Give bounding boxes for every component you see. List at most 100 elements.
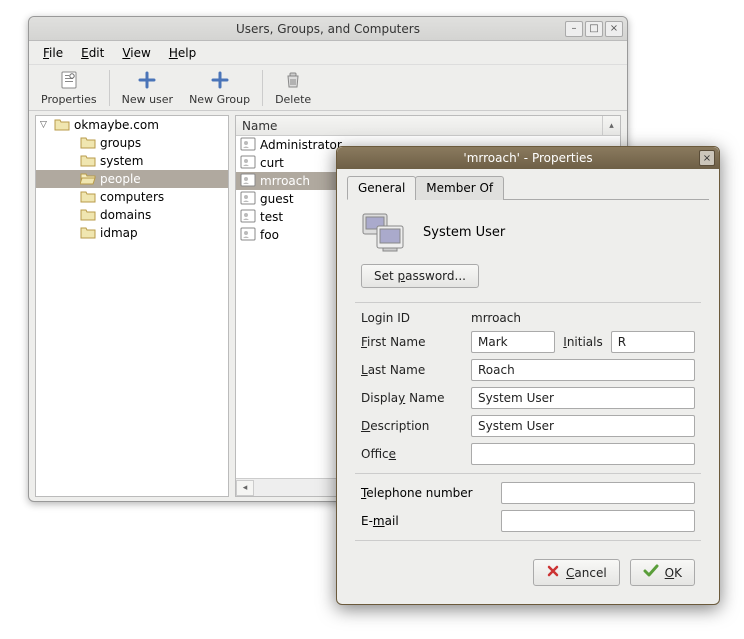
plus-icon [209,69,231,91]
login-id-label: Login ID [361,311,461,325]
folder-icon [80,135,96,152]
user-icon [240,209,256,226]
tab-general[interactable]: General [347,176,416,200]
user-icon [240,227,256,244]
last-name-label: Last Name [361,363,461,377]
tree-pane: ▽ okmaybe.com groups system people compu… [35,115,229,497]
ok-icon [643,564,659,581]
properties-icon [58,69,80,91]
tree-label: groups [100,136,141,150]
toolbar: Properties New user New Group Delete [29,65,627,111]
email-label: E-mail [361,514,491,528]
menu-help[interactable]: Help [161,43,204,63]
column-menu-button[interactable]: ▴ [602,116,620,136]
list-item-label: Administrator [260,138,342,152]
general-panel: System User Set password... Login ID mrr… [347,200,709,594]
divider [355,302,701,303]
expander-icon: ▽ [40,120,50,130]
first-name-label: First Name [361,335,461,349]
toolbar-separator [262,70,263,106]
tab-member-of[interactable]: Member Of [415,176,504,200]
initials-field[interactable] [611,331,695,353]
system-user-icon [361,210,407,254]
divider [355,540,701,541]
tabs: General Member Of [347,175,709,200]
main-titlebar: Users, Groups, and Computers – □ × [29,17,627,41]
tree-label: domains [100,208,151,222]
maximize-button[interactable]: □ [585,21,603,37]
list-item-label: mrroach [260,174,310,188]
tree-item-domains[interactable]: domains [36,206,228,224]
new-user-button[interactable]: New user [114,67,181,108]
dialog-title: 'mrroach' - Properties [463,151,592,165]
toolbar-separator [109,70,110,106]
folder-icon [80,153,96,170]
description-label: Description [361,419,461,433]
list-header[interactable]: Name ▴ [236,116,620,136]
office-label: Office [361,447,461,461]
tree-item-groups[interactable]: groups [36,134,228,152]
user-icon [240,191,256,208]
tree-item-computers[interactable]: computers [36,188,228,206]
tree-label: system [100,154,143,168]
tree-item-system[interactable]: system [36,152,228,170]
tree-label: people [100,172,141,186]
ok-button[interactable]: OK [630,559,695,586]
delete-label: Delete [275,93,311,106]
menu-file[interactable]: File [35,43,71,63]
last-name-field[interactable] [471,359,695,381]
menu-edit[interactable]: Edit [73,43,112,63]
description-field[interactable] [471,415,695,437]
tree-root[interactable]: ▽ okmaybe.com [36,116,228,134]
properties-button[interactable]: Properties [33,67,105,108]
folder-icon [80,225,96,242]
main-window-title: Users, Groups, and Computers [236,22,420,36]
login-id-value: mrroach [471,311,695,325]
office-field[interactable] [471,443,695,465]
first-name-field[interactable] [471,331,555,353]
new-user-label: New user [122,93,173,106]
telephone-label: Telephone number [361,486,491,500]
display-name-label: Display Name [361,391,461,405]
close-button[interactable]: × [605,21,623,37]
plus-icon [136,69,158,91]
divider [355,473,701,474]
minimize-button[interactable]: – [565,21,583,37]
tree-item-idmap[interactable]: idmap [36,224,228,242]
user-icon [240,155,256,172]
list-header-label: Name [242,119,277,133]
new-group-label: New Group [189,93,250,106]
list-item-label: test [260,210,283,224]
user-icon [240,173,256,190]
list-item-label: guest [260,192,294,206]
tree-root-label: okmaybe.com [74,118,159,132]
set-password-button[interactable]: Set password... [361,264,479,288]
tree-label: computers [100,190,164,204]
menu-view[interactable]: View [114,43,158,63]
tree-item-people[interactable]: people [36,170,228,188]
dialog-titlebar: 'mrroach' - Properties × [337,147,719,169]
folder-icon [80,207,96,224]
folder-icon [54,117,70,134]
display-name-field[interactable] [471,387,695,409]
tree-label: idmap [100,226,138,240]
user-icon [240,137,256,154]
cancel-button[interactable]: Cancel [533,559,620,586]
folder-icon [80,189,96,206]
dialog-heading: System User [423,225,505,240]
new-group-button[interactable]: New Group [181,67,258,108]
cancel-icon [546,564,560,581]
delete-button[interactable]: Delete [267,67,319,108]
properties-label: Properties [41,93,97,106]
list-item-label: curt [260,156,284,170]
folder-open-icon [80,171,96,188]
delete-icon [282,69,304,91]
initials-label: Initials [563,335,602,349]
scroll-left-button[interactable]: ◂ [236,480,254,496]
email-field[interactable] [501,510,695,532]
telephone-field[interactable] [501,482,695,504]
list-item-label: foo [260,228,279,242]
menubar: File Edit View Help [29,41,627,65]
dialog-close-button[interactable]: × [699,150,715,166]
properties-dialog: 'mrroach' - Properties × General Member … [336,146,720,605]
